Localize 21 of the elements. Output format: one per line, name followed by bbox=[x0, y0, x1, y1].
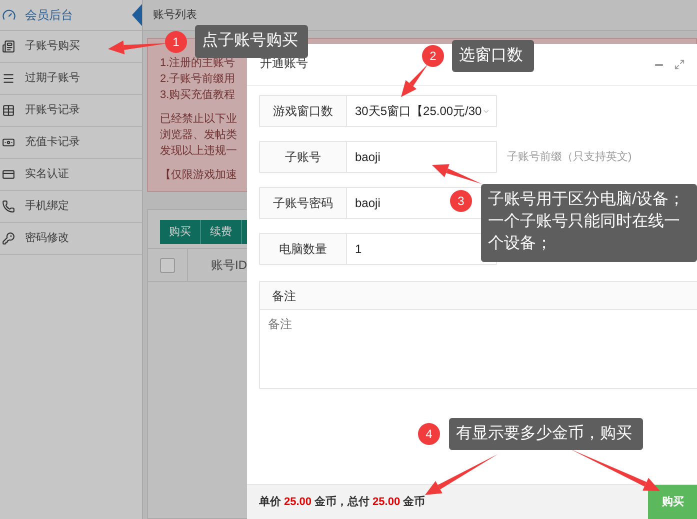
notice-text: 发现以上违规一 bbox=[160, 144, 237, 159]
column-header: 账号ID bbox=[211, 257, 247, 274]
step-number-tooltip: 1 bbox=[165, 31, 187, 53]
callout-tooltip: 选窗口数 bbox=[452, 40, 534, 72]
notice-text: 2.子账号前缀用 bbox=[160, 72, 236, 87]
page-header: 账号列表 bbox=[143, 0, 697, 31]
price-summary: 单价 25.00 金币，总付 25.00 金币 bbox=[259, 494, 426, 510]
help-text: 子账号前缀（只支持英文) bbox=[507, 150, 632, 165]
notice-text: 已经禁止以下业 bbox=[160, 112, 237, 127]
notice-text: 浏览器、发帖类 bbox=[160, 128, 237, 143]
sidebar-header: 会员后台 bbox=[25, 7, 73, 24]
notice-text: 3.购买充值教程 bbox=[160, 88, 236, 103]
callout-tooltip: 有显示要多少金币，购买 bbox=[449, 418, 643, 450]
notice-text: 【仅限游戏加速 bbox=[160, 168, 237, 183]
remark-header: 备注 bbox=[259, 281, 697, 310]
field-label: 子账号 bbox=[259, 141, 347, 173]
callout-tooltip: 子账号用于区分电脑/设备；一个子账号只能同时在线一个设备； bbox=[481, 184, 697, 262]
field-label: 游戏窗口数 bbox=[259, 95, 347, 127]
field-label: 电脑数量 bbox=[259, 233, 347, 265]
field-label: 子账号密码 bbox=[259, 187, 347, 219]
callout-tooltip: 点子账号购买 bbox=[195, 25, 308, 58]
